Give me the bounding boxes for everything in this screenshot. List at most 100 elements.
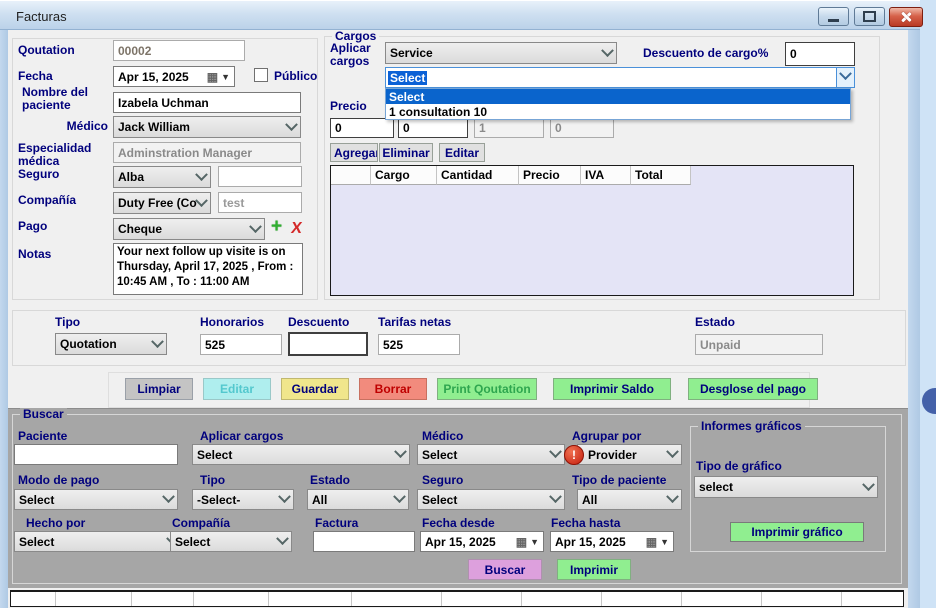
factura-field[interactable] (313, 531, 415, 552)
fecha-desde-datepicker[interactable]: Apr 15, 2025 ▦ ▼ (420, 531, 544, 552)
fecha-hasta-value: Apr 15, 2025 (555, 535, 626, 549)
publico-checkbox[interactable] (254, 68, 268, 82)
agregar-button[interactable]: Agregar (330, 143, 378, 162)
descuento-cargo-field[interactable]: 0 (785, 42, 855, 66)
column-header-cantidad[interactable]: Cantidad (437, 166, 519, 185)
hecho-por-combobox[interactable]: Select (14, 531, 182, 552)
chevron-down-icon (162, 490, 175, 503)
tarifas-netas-field[interactable]: 525 (378, 334, 460, 355)
tipo-de-paciente-combobox[interactable]: All (577, 489, 682, 510)
column-header-total[interactable]: Total (631, 166, 691, 185)
honorarios-field[interactable]: 525 (200, 334, 282, 355)
notas-field[interactable]: Your next follow up visite is on Thursda… (113, 243, 303, 295)
buscar-compania-combobox[interactable]: Select (170, 531, 292, 552)
chevron-down-icon (666, 490, 679, 503)
buscar-tipo-combobox[interactable]: -Select- (192, 489, 294, 510)
grid-column (194, 592, 269, 606)
seguro-value: Alba (118, 170, 144, 184)
aplicar-cargos-combobox[interactable]: Service (385, 42, 617, 64)
precio-field-1[interactable]: 0 (330, 118, 394, 138)
maximize-button[interactable] (854, 7, 885, 26)
buscar-estado-value: All (312, 493, 327, 507)
buscar-group-label: Buscar (20, 408, 67, 420)
buscar-seguro-value: Select (422, 493, 457, 507)
nombre-field[interactable]: Izabela Uchman (113, 92, 301, 113)
tipo-value: Quotation (60, 337, 117, 351)
grid-column (132, 592, 194, 606)
chevron-down-icon (278, 490, 291, 503)
imprimir-saldo-button[interactable]: Imprimir Saldo (553, 378, 671, 400)
window-title: Facturas (16, 9, 67, 24)
precio-field-2[interactable]: 0 (398, 118, 468, 138)
qoutation-field[interactable]: 00002 (113, 40, 245, 61)
buscar-aplicar-cargos-combobox[interactable]: Select (192, 444, 410, 465)
minimize-button[interactable] (818, 7, 849, 26)
factura-label: Factura (315, 517, 358, 530)
grid-column (56, 592, 132, 606)
guardar-button[interactable]: Guardar (281, 378, 349, 400)
chevron-down-icon (862, 478, 875, 491)
chevron-down-icon (666, 445, 679, 458)
close-button[interactable] (889, 7, 923, 27)
column-header-rowselector[interactable] (331, 166, 371, 185)
combobox-arrow-button[interactable] (836, 68, 854, 87)
medico-combobox[interactable]: Jack William (113, 116, 301, 138)
cargos-table: Cargo Cantidad Precio IVA Total (330, 165, 854, 296)
charge-combobox[interactable]: Select (385, 67, 855, 88)
descuento-field[interactable] (288, 332, 368, 356)
editar-button[interactable]: Editar (203, 378, 271, 400)
eliminar-button[interactable]: Eliminar (379, 143, 433, 162)
tipo-de-grafico-value: select (699, 480, 733, 494)
facturas-window: Facturas Qoutation 00002 Fecha Apr 15, 2… (0, 0, 936, 608)
imprimir-button[interactable]: Imprimir (557, 559, 631, 580)
buscar-seguro-combobox[interactable]: Select (417, 489, 565, 510)
column-header-cargo[interactable]: Cargo (371, 166, 437, 185)
seguro-extra-field[interactable] (218, 166, 302, 187)
agrupar-por-combobox[interactable]: Provider (577, 444, 682, 465)
close-icon (900, 11, 912, 23)
grid-column (682, 592, 762, 606)
especialidad-label: Especialidad médica (18, 142, 106, 168)
delete-payment-icon[interactable]: X (290, 220, 303, 238)
tipo-de-grafico-label: Tipo de gráfico (696, 460, 782, 473)
add-payment-icon[interactable]: + (271, 218, 282, 236)
grid-column (602, 592, 682, 606)
precio-label: Precio (330, 100, 367, 113)
title-bar[interactable]: Facturas (0, 0, 920, 30)
print-qoutation-button[interactable]: Print Qoutation (437, 378, 537, 400)
desglose-del-pago-button[interactable]: Desglose del pago (688, 378, 818, 400)
paciente-field[interactable] (14, 444, 178, 465)
grid-column (269, 592, 352, 606)
medico-label: Médico (18, 120, 108, 133)
editar-row-button[interactable]: Editar (439, 143, 485, 162)
fecha-datepicker[interactable]: Apr 15, 2025 ▦ ▼ (113, 66, 235, 87)
buscar-tipo-value: -Select- (197, 493, 240, 507)
compania-combobox[interactable]: Duty Free (Co (113, 192, 211, 214)
tipo-combobox[interactable]: Quotation (55, 333, 167, 355)
calendar-icon: ▦ (516, 537, 527, 547)
paciente-label: Paciente (18, 430, 67, 443)
compania-extra-field[interactable]: test (218, 192, 302, 213)
honorarios-label: Honorarios (200, 316, 264, 329)
aplicar-cargos-label: Aplicar cargos (330, 42, 382, 68)
pago-combobox[interactable]: Cheque (113, 218, 265, 240)
limpiar-button[interactable]: Limpiar (125, 378, 193, 400)
cantidad-field: 1 (474, 118, 544, 138)
buscar-medico-combobox[interactable]: Select (417, 444, 565, 465)
dropdown-item-consultation[interactable]: 1 consultation 10 (386, 104, 850, 119)
borrar-button[interactable]: Borrar (359, 378, 427, 400)
buscar-button[interactable]: Buscar (468, 559, 542, 580)
buscar-estado-combobox[interactable]: All (307, 489, 409, 510)
column-header-iva[interactable]: IVA (581, 166, 631, 185)
column-header-precio[interactable]: Precio (519, 166, 581, 185)
results-grid-header[interactable] (10, 590, 904, 607)
seguro-combobox[interactable]: Alba (113, 166, 211, 188)
tipo-de-grafico-combobox[interactable]: select (694, 476, 878, 498)
aplicar-cargos-value: Service (390, 46, 433, 60)
modo-de-pago-combobox[interactable]: Select (14, 489, 178, 510)
chevron-down-icon (549, 490, 562, 503)
imprimir-grafico-button[interactable]: Imprimir gráfico (730, 522, 864, 542)
dropdown-item-select[interactable]: Select (386, 89, 850, 104)
hecho-por-value: Select (19, 535, 54, 549)
fecha-hasta-datepicker[interactable]: Apr 15, 2025 ▦ ▼ (550, 531, 674, 552)
